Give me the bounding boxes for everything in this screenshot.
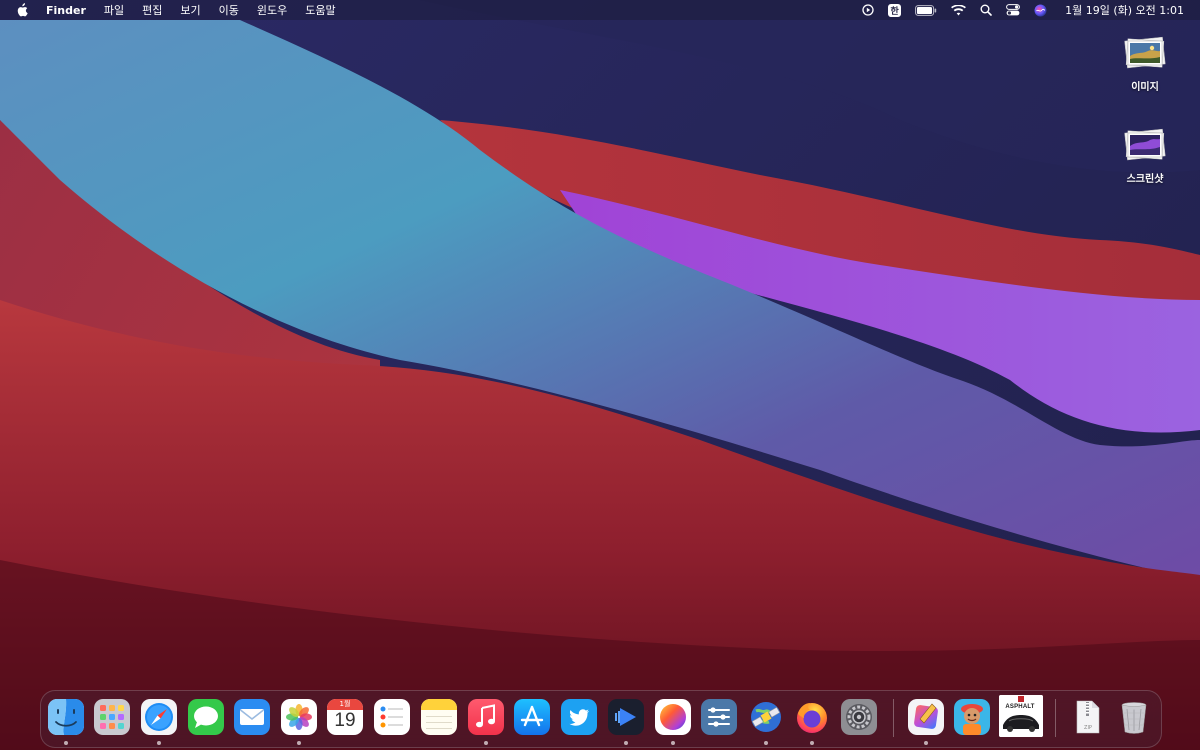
dock-firefox[interactable] xyxy=(794,699,830,735)
dock-twitter[interactable] xyxy=(561,699,597,735)
menu-bar-left: Finder 파일 편집 보기 이동 윈도우 도움말 xyxy=(0,0,354,20)
menu-bar: Finder 파일 편집 보기 이동 윈도우 도움말 한 1월 19일 (화) … xyxy=(0,0,1200,20)
dock-settings-utility[interactable] xyxy=(701,699,737,735)
play-circle-icon[interactable] xyxy=(862,0,874,20)
launchpad-icon xyxy=(94,699,130,735)
menu-bar-clock[interactable]: 1월 19일 (화) 오전 1:01 xyxy=(1065,2,1184,18)
dock-separator xyxy=(893,699,894,737)
desktop-icon-images[interactable]: 이미지 xyxy=(1110,36,1180,93)
dock-messages[interactable] xyxy=(188,699,224,735)
dock-app-store[interactable] xyxy=(514,699,550,735)
running-indicator xyxy=(624,741,628,745)
zip-file-icon: ZIP xyxy=(1076,700,1100,734)
music-icon xyxy=(468,699,504,735)
dock-launchpad[interactable] xyxy=(94,699,130,735)
menu-edit[interactable]: 편집 xyxy=(142,2,162,18)
dock-satellite[interactable] xyxy=(748,699,784,735)
app-store-icon xyxy=(514,699,550,735)
screenshot-stack-icon xyxy=(1122,128,1168,162)
running-indicator xyxy=(671,741,675,745)
firefox-icon xyxy=(797,703,827,733)
dock-notes[interactable] xyxy=(421,699,457,735)
running-indicator xyxy=(484,741,488,745)
desktop-wallpaper xyxy=(0,0,1200,750)
dock-music[interactable] xyxy=(468,699,504,735)
running-indicator xyxy=(64,741,68,745)
dock-finder[interactable] xyxy=(48,699,84,735)
dock-separator xyxy=(1055,699,1056,737)
notes-icon xyxy=(421,699,457,735)
satellite-globe-icon xyxy=(751,702,781,732)
twitter-icon xyxy=(561,699,597,735)
dock-zip-file[interactable]: ZIP xyxy=(1069,699,1105,735)
menu-go[interactable]: 이동 xyxy=(219,2,239,18)
menu-window[interactable]: 윈도우 xyxy=(257,2,287,18)
menu-app-finder[interactable]: Finder xyxy=(46,4,86,17)
game-character-icon xyxy=(954,699,990,735)
input-source-label: 한 xyxy=(888,3,902,17)
battery-icon[interactable] xyxy=(915,0,937,20)
menu-help[interactable]: 도움말 xyxy=(305,2,335,18)
dock-system-preferences[interactable] xyxy=(841,699,877,735)
asphalt-label: ASPHALT xyxy=(1005,704,1035,710)
running-indicator xyxy=(297,741,301,745)
dock-safari[interactable] xyxy=(141,699,177,735)
dock-reminders[interactable] xyxy=(374,699,410,735)
photos-icon xyxy=(281,699,317,735)
menu-view[interactable]: 보기 xyxy=(180,2,200,18)
asphalt-game-icon xyxy=(999,695,1043,737)
dock-asphalt[interactable]: ASPHALT xyxy=(999,695,1043,737)
finder-icon xyxy=(48,699,84,735)
mail-icon xyxy=(234,699,270,735)
spotlight-icon[interactable] xyxy=(980,0,992,20)
dock-mail[interactable] xyxy=(234,699,270,735)
running-indicator xyxy=(157,741,161,745)
desktop-icon-label: 이미지 xyxy=(1131,82,1159,93)
menu-bar-status: 한 1월 19일 (화) 오전 1:01 xyxy=(848,0,1200,20)
running-indicator xyxy=(764,741,768,745)
dock-trash[interactable] xyxy=(1116,699,1152,735)
menu-file[interactable]: 파일 xyxy=(104,2,124,18)
wifi-icon[interactable] xyxy=(951,0,967,20)
apple-menu-icon[interactable] xyxy=(16,2,30,18)
trash-icon xyxy=(1121,702,1147,734)
system-preferences-icon xyxy=(841,699,877,735)
safari-icon xyxy=(141,699,177,735)
siri-icon[interactable] xyxy=(1034,0,1047,20)
dock-photos[interactable] xyxy=(281,699,317,735)
running-indicator xyxy=(924,741,928,745)
input-source-icon[interactable]: 한 xyxy=(888,0,902,20)
dock-game-character[interactable] xyxy=(954,699,990,735)
image-stack-icon xyxy=(1122,36,1168,70)
running-indicator xyxy=(810,741,814,745)
desktop-icon-screenshots[interactable]: 스크린샷 xyxy=(1110,128,1180,185)
video-player-icon xyxy=(608,699,644,735)
paint-brush-app-icon xyxy=(908,699,944,735)
zip-label: ZIP xyxy=(1084,725,1092,731)
reminders-icon xyxy=(374,699,410,735)
color-sphere-icon xyxy=(655,699,691,735)
calendar-day: 19 xyxy=(334,710,356,731)
dock: 1월 19 ASPHALT ZIP xyxy=(40,690,1162,748)
messages-icon xyxy=(188,699,224,735)
control-center-icon[interactable] xyxy=(1006,0,1021,20)
dock-color-app[interactable] xyxy=(655,699,691,735)
sliders-icon xyxy=(701,699,737,735)
dock-calendar[interactable]: 1월 19 xyxy=(327,699,363,735)
desktop-icon-label: 스크린샷 xyxy=(1126,174,1164,185)
dock-pixelmator[interactable] xyxy=(908,699,944,735)
dock-video-player[interactable] xyxy=(608,699,644,735)
